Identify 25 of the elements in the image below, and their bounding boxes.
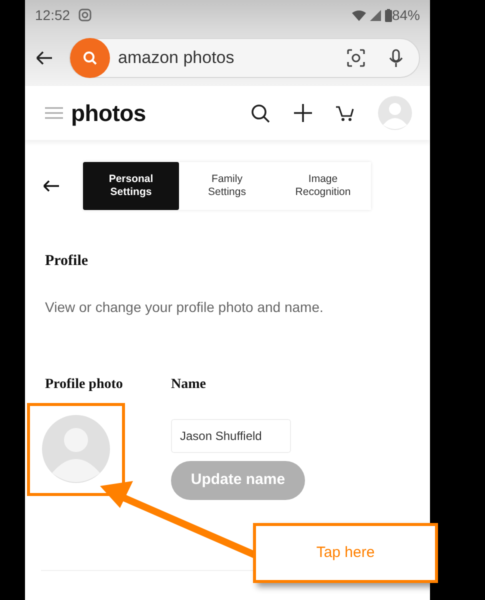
settings-tab[interactable]: Image Recognition: [275, 162, 371, 210]
section-title: Profile: [45, 252, 90, 271]
name-label: Name: [171, 376, 207, 394]
search-bar[interactable]: amazon photos: [69, 38, 420, 78]
wifi-icon: [352, 10, 366, 20]
settings-tab[interactable]: Family Settings: [179, 162, 275, 210]
camera-app-icon: [78, 8, 92, 22]
cart-icon[interactable]: [336, 104, 354, 122]
app-title: photos: [71, 98, 146, 128]
battery-icon: [384, 8, 392, 22]
callout-text: Tap here: [316, 542, 375, 563]
back-arrow-icon[interactable]: [43, 180, 59, 192]
signal-icon: [370, 10, 381, 20]
settings-tab[interactable]: Personal Settings: [83, 162, 179, 210]
status-time: 12:52: [35, 6, 70, 24]
camera-search-icon[interactable]: [347, 49, 365, 67]
battery-percent: 84%: [392, 6, 420, 24]
plus-icon[interactable]: [294, 104, 312, 122]
section-description: View or change your profile photo and name.: [45, 298, 324, 317]
microphone-icon[interactable]: [389, 48, 403, 68]
profile-photo-label: Profile photo: [44, 376, 124, 394]
name-field[interactable]: Jason Shuffield: [171, 418, 291, 452]
back-arrow-icon[interactable]: [35, 51, 53, 65]
search-icon[interactable]: [251, 104, 270, 122]
profile-photo-button[interactable]: [27, 402, 125, 496]
